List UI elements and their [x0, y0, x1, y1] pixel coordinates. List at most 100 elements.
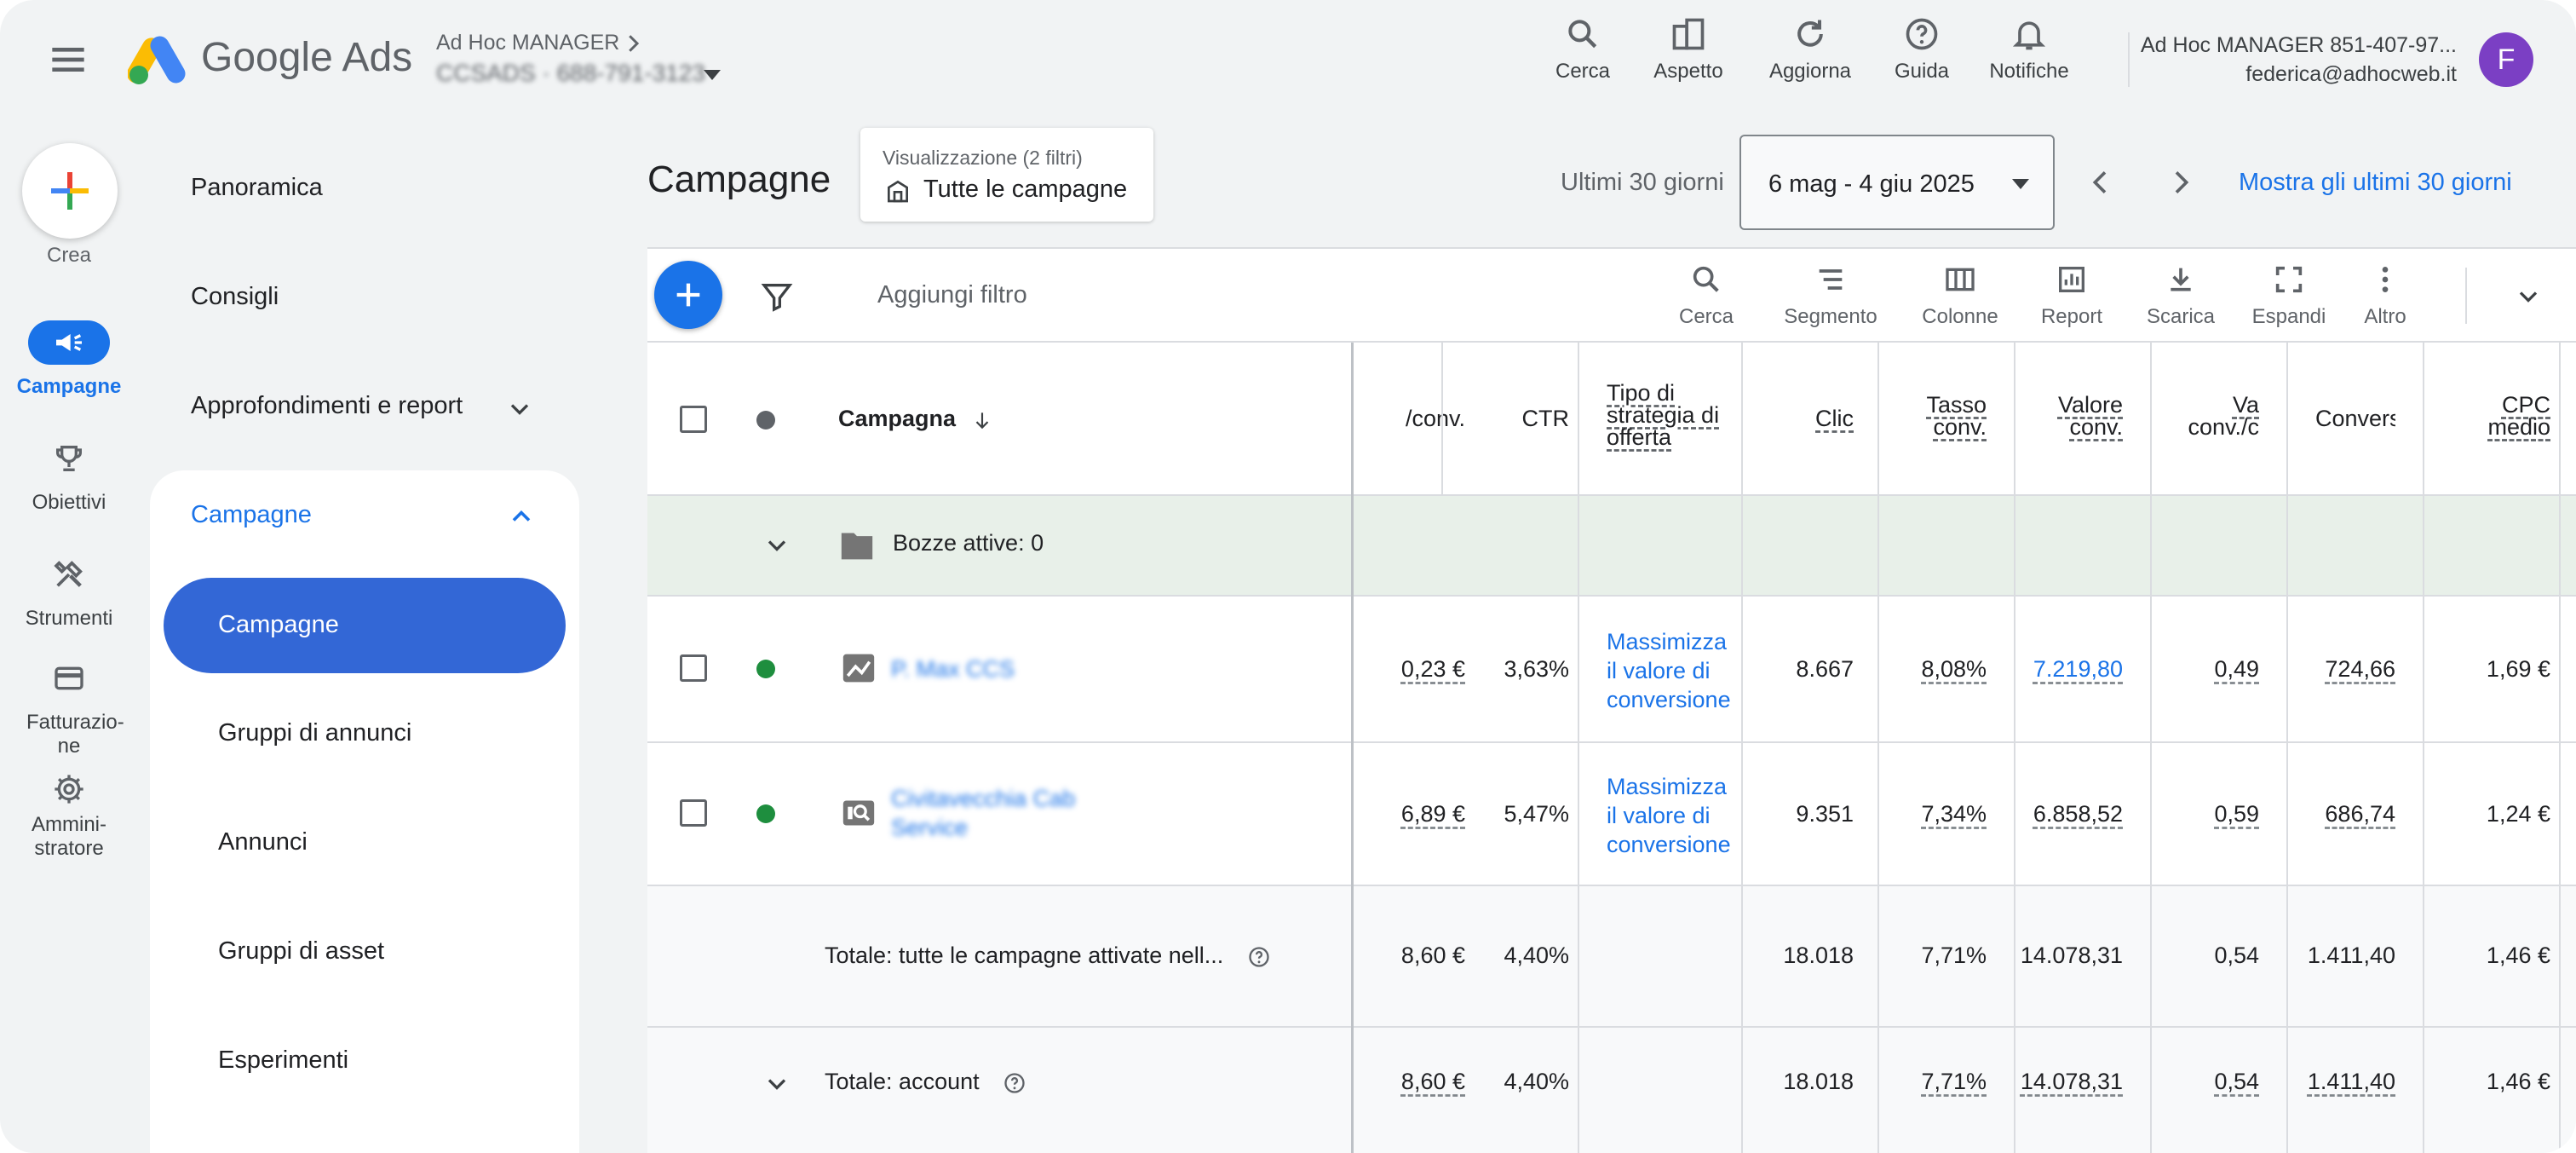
header-search-button[interactable]: Cerca: [1523, 15, 1642, 94]
header-appearance-button[interactable]: Aspetto: [1629, 15, 1748, 94]
add-filter-button[interactable]: Aggiungi filtro: [877, 281, 1027, 309]
strategy-link[interactable]: Massimizza il valore di conversione: [1607, 627, 1743, 714]
filter-icon[interactable]: [760, 280, 794, 314]
rail-item-strumenti[interactable]: Strumenti: [0, 552, 138, 631]
download-button[interactable]: Scarica: [2125, 262, 2236, 329]
avg-cpc-cell: 1,46 €: [2486, 1069, 2550, 1094]
conv-value-cell: 6.858,52: [2033, 801, 2123, 827]
conv-rate-column-header[interactable]: Tasso conv.: [1879, 394, 1987, 439]
account-id[interactable]: CCSADS · 688-791-3123: [436, 60, 705, 87]
select-all-checkbox[interactable]: [680, 406, 707, 433]
column-divider: [1578, 343, 1579, 1153]
download-icon: [2171, 268, 2191, 291]
header-refresh-button[interactable]: Aggiorna: [1751, 15, 1870, 94]
avg-cpc-column-header[interactable]: CPC medio: [2465, 394, 2550, 439]
conv-rate-cell: 7,71%: [1921, 1069, 1987, 1094]
header-notifications-button[interactable]: Notifiche: [1969, 15, 2089, 94]
value-conv-column-header[interactable]: Va conv./c: [2167, 394, 2259, 438]
user-info[interactable]: Ad Hoc MANAGER 851-407-97... federica@ad…: [2141, 31, 2457, 89]
chevron-left-icon[interactable]: [2084, 165, 2118, 199]
nav-item-panoramica[interactable]: Panoramica: [191, 174, 323, 202]
account-name[interactable]: Ad Hoc MANAGER: [436, 31, 619, 55]
more-button[interactable]: Altro: [2346, 262, 2424, 329]
create-label: Crea: [46, 244, 92, 267]
account-dropdown-icon[interactable]: [700, 66, 724, 84]
header-appearance-label: Aspetto: [1653, 60, 1723, 83]
table-search-button[interactable]: Cerca: [1651, 262, 1762, 329]
megaphone-icon: [28, 320, 110, 365]
app-frame: Google Ads Ad Hoc MANAGER CCSADS · 688-7…: [0, 0, 2576, 1153]
show-last-30-days-link[interactable]: Mostra gli ultimi 30 giorni: [2239, 169, 2512, 197]
report-button[interactable]: Report: [2016, 262, 2127, 329]
plus-icon: [676, 283, 700, 307]
total-label: Totale: account: [825, 1069, 1026, 1095]
rail-item-obiettivi[interactable]: Obiettivi: [0, 436, 138, 515]
header-refresh-label: Aggiorna: [1768, 60, 1852, 83]
campaign-name-link[interactable]: Civitavecchia Cab Service: [891, 784, 1113, 842]
nav-item-campagne-active[interactable]: Campagne: [164, 578, 566, 673]
search-campaign-icon: [842, 800, 875, 826]
clicks-column-header[interactable]: Clic: [1739, 407, 1854, 430]
add-campaign-button[interactable]: [654, 261, 722, 329]
date-range-picker[interactable]: 6 mag - 4 giu 2025: [1739, 135, 2055, 230]
rail-label-obiettivi: Obiettivi: [32, 491, 106, 514]
conv-value-header-label: Valore conv.: [2057, 392, 2123, 440]
search-icon: [1693, 266, 1719, 292]
rail-label-campagne: Campagne: [16, 375, 122, 398]
expand-icon: [2275, 266, 2303, 293]
cost-conv-cell: 0,23 €: [1400, 656, 1465, 682]
rail-item-campagne[interactable]: Campagne: [0, 320, 138, 399]
toolbar-divider: [2465, 268, 2467, 324]
date-range-value: 6 mag - 4 giu 2025: [1768, 170, 1975, 198]
chevron-down-icon[interactable]: [504, 394, 535, 424]
create-button[interactable]: [22, 143, 118, 239]
segment-button[interactable]: Segmento: [1775, 262, 1886, 329]
campaign-column-header[interactable]: Campagna: [838, 407, 993, 431]
header-help-button[interactable]: Guida: [1862, 15, 1981, 94]
nav-item-annunci[interactable]: Annunci: [218, 828, 308, 856]
collapse-chevron-icon[interactable]: [2513, 281, 2544, 312]
avg-cpc-cell: 1,24 €: [2486, 801, 2550, 827]
view-selector[interactable]: Visualizzazione (2 filtri) Tutte le camp…: [860, 128, 1153, 222]
top-bar: Google Ads Ad Hoc MANAGER CCSADS · 688-7…: [0, 0, 2576, 124]
rail-item-fatturazione[interactable]: Fatturazio-ne: [0, 656, 138, 758]
column-divider: [2559, 343, 2561, 1153]
strategy-link[interactable]: Massimizza il valore di conversione: [1607, 772, 1743, 859]
conv-rate-cell: 8,08%: [1921, 656, 1987, 682]
nav-section-campagne[interactable]: Campagne: [191, 501, 312, 529]
column-divider: [2150, 343, 2152, 1153]
more-vert-icon: [2382, 267, 2389, 292]
columns-button[interactable]: Colonne: [1905, 262, 2015, 329]
row-checkbox[interactable]: [680, 654, 707, 682]
chevron-up-icon[interactable]: [506, 501, 537, 532]
chevron-right-icon[interactable]: [620, 31, 646, 56]
conv-value-link[interactable]: 7.219,80: [2015, 656, 2123, 683]
status-header-dot: [756, 411, 775, 429]
nav-item-esperimenti[interactable]: Esperimenti: [218, 1046, 348, 1075]
columns-icon: [1946, 268, 1975, 291]
nav-item-gruppi-asset[interactable]: Gruppi di asset: [218, 937, 384, 966]
expand-button[interactable]: Espandi: [2234, 262, 2344, 329]
chevron-right-icon[interactable]: [2164, 165, 2198, 199]
credit-card-icon: [28, 656, 110, 700]
conv-value-cell: 14.078,31: [2020, 1069, 2123, 1094]
conversions-column-header[interactable]: Convers: [2315, 407, 2395, 429]
ctr-column-header[interactable]: CTR: [1465, 407, 1570, 430]
clicks-cell: 18.018: [1783, 943, 1854, 968]
nav-item-consigli[interactable]: Consigli: [191, 283, 279, 311]
cost-conv-cell: 8,60 €: [1400, 943, 1465, 968]
sort-arrow-down-icon: [975, 412, 988, 429]
nav-item-approfondimenti[interactable]: Approfondimenti e report: [191, 392, 463, 420]
avatar[interactable]: F: [2479, 32, 2533, 87]
rail-item-amministratore[interactable]: Ammini-stratore: [0, 772, 138, 861]
strategy-column-header[interactable]: Tipo di strategia di offerta: [1607, 382, 1734, 449]
nav-active-label: Campagne: [218, 611, 339, 638]
segment-label: Segmento: [1784, 305, 1877, 328]
row-checkbox[interactable]: [680, 799, 707, 827]
cost-conv-column-header[interactable]: /conv.: [1346, 407, 1465, 430]
building-icon: [884, 177, 911, 205]
conv-value-column-header[interactable]: Valore conv.: [2015, 392, 2123, 440]
campaign-name-link[interactable]: P. Max CCS: [891, 654, 1015, 683]
menu-icon[interactable]: [44, 36, 92, 84]
nav-item-gruppi-annunci[interactable]: Gruppi di annunci: [218, 719, 411, 747]
